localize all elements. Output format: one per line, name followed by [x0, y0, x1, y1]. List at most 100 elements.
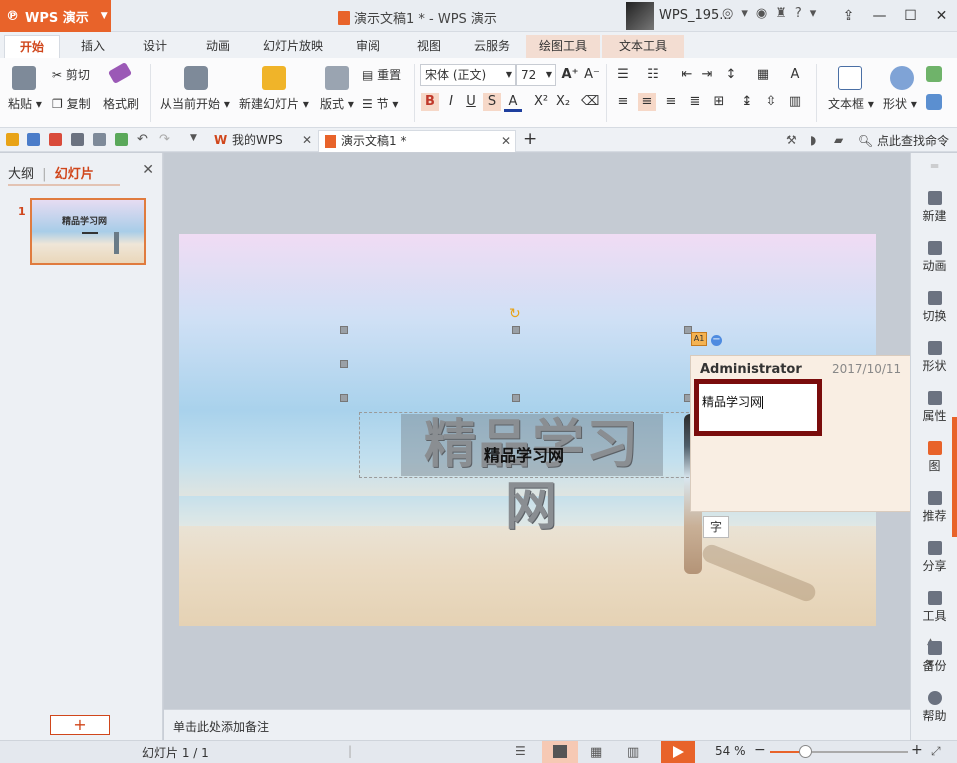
print-preview-icon[interactable] — [93, 133, 106, 146]
resize-handle[interactable] — [340, 360, 348, 368]
align-left-icon[interactable]: ≡ — [614, 93, 632, 111]
new-slide-icon[interactable] — [262, 66, 286, 90]
textbox-button[interactable]: 文本框 ▾ — [828, 95, 874, 112]
format-painter-icon[interactable] — [107, 61, 133, 85]
new-tab-button[interactable]: + — [523, 129, 537, 149]
font-name-select[interactable]: 宋体 (正文) ▼ — [420, 64, 516, 86]
add-slide-button[interactable]: + — [50, 715, 110, 735]
section-button[interactable]: ☰ 节 ▾ — [362, 95, 398, 112]
shape-button[interactable]: 形状 ▾ — [883, 95, 917, 112]
tab-view[interactable]: 视图 — [407, 35, 451, 58]
resize-handle[interactable] — [512, 326, 520, 334]
open-icon[interactable] — [6, 133, 19, 146]
sidebar-item-tools[interactable]: 工具 — [911, 591, 957, 624]
tab-cloud[interactable]: 云服务 — [464, 35, 520, 58]
bold-button[interactable]: B — [421, 93, 439, 111]
subscript-button[interactable]: X₂ — [554, 93, 572, 111]
sidebar-item-help[interactable]: 帮助 — [911, 691, 957, 724]
align-text-icon[interactable]: ▦ — [754, 66, 772, 84]
cloud-icon[interactable]: ◉ — [756, 6, 767, 21]
copy-button[interactable]: ❐ 复制 — [52, 95, 91, 112]
notes-toggle-icon[interactable]: ☰ — [515, 744, 526, 758]
grow-font-icon[interactable]: A⁺ — [561, 66, 579, 84]
sidebar-item-animation[interactable]: 动画 — [911, 241, 957, 274]
paste-button[interactable]: 粘贴 ▾ — [8, 95, 42, 112]
normal-view-button[interactable] — [542, 741, 578, 763]
resize-handle[interactable] — [340, 394, 348, 402]
layout-button[interactable]: 版式 ▾ — [320, 95, 354, 112]
tab-drawing-tools[interactable]: 绘图工具 — [526, 35, 600, 58]
doc-tab-my-wps[interactable]: W 我的WPS ✕ — [210, 130, 316, 152]
redo-icon[interactable]: ↷ — [159, 133, 172, 146]
help-icon[interactable]: ? — [795, 6, 802, 21]
numbering-icon[interactable]: ☷ — [644, 66, 662, 84]
undo-icon[interactable]: ↶ — [137, 133, 150, 146]
shape-icon[interactable] — [890, 66, 914, 90]
from-current-button[interactable]: 从当前开始 ▾ — [160, 95, 230, 112]
font-color-button[interactable]: A — [504, 93, 522, 112]
play-from-current-icon[interactable] — [184, 66, 208, 90]
columns-icon[interactable]: ▥ — [786, 93, 804, 111]
sidebar-item-properties[interactable]: 属性 — [911, 391, 957, 424]
zoom-in-button[interactable]: + — [911, 742, 923, 758]
justify-icon[interactable]: ≣ — [686, 93, 704, 111]
slideshow-play-button[interactable] — [661, 741, 695, 763]
wps-app-menu-button[interactable]: ℗ WPS 演示 ▼ — [0, 0, 111, 32]
comment-text-input[interactable]: 精品学习网 — [694, 379, 822, 436]
sidebar-grip[interactable]: ═ — [911, 159, 957, 173]
distribute-icon[interactable]: ⊞ — [710, 93, 728, 111]
zoom-level[interactable]: 54 % — [715, 744, 746, 758]
bullets-icon[interactable]: ☰ — [614, 66, 632, 84]
save-icon[interactable] — [27, 133, 40, 146]
sidebar-item-backup[interactable]: 备份 — [911, 641, 957, 674]
text-effect-icon[interactable]: A — [786, 66, 804, 84]
badge-icon[interactable]: ◎ — [722, 6, 733, 21]
new-slide-button[interactable]: 新建幻灯片 ▾ — [239, 95, 309, 112]
doc-tab-presentation[interactable]: 演示文稿1 * ✕ — [318, 130, 516, 152]
comment-marker[interactable]: A1 — [691, 332, 707, 346]
d-icon[interactable]: ◗ — [810, 133, 823, 147]
sorter-view-button[interactable]: ▦ — [579, 741, 615, 763]
shrink-font-icon[interactable]: A⁻ — [583, 66, 601, 84]
skin-icon[interactable]: ♜ — [775, 6, 787, 21]
fit-window-icon[interactable]: ⤢ — [931, 744, 941, 759]
pin-icon[interactable]: ▰ — [834, 133, 847, 147]
shadow-button[interactable]: S — [483, 93, 501, 111]
user-name[interactable]: WPS_195... — [659, 8, 732, 23]
print-icon[interactable] — [71, 133, 84, 146]
superscript-button[interactable]: X² — [532, 93, 550, 111]
sidebar-item-new[interactable]: 新建 — [911, 191, 957, 224]
close-icon[interactable]: ✕ — [142, 162, 154, 178]
chevron-down-icon[interactable]: ▼ — [190, 133, 203, 146]
tab-outline[interactable]: 大纲 — [8, 167, 34, 182]
reading-view-button[interactable]: ▥ — [616, 741, 652, 763]
tab-design[interactable]: 设计 — [133, 35, 177, 58]
close-icon[interactable]: ✕ — [302, 130, 312, 151]
sidebar-item-recommend[interactable]: 推荐 — [911, 491, 957, 524]
line-spacing-icon[interactable]: ↨ — [738, 93, 756, 111]
close-icon[interactable]: ✕ — [501, 131, 511, 152]
font-size-select[interactable]: 72 ▼ — [516, 64, 556, 86]
close-button[interactable]: ✕ — [926, 0, 957, 32]
resize-handle[interactable] — [340, 326, 348, 334]
rotate-handle-icon[interactable]: ↻ — [509, 306, 521, 322]
align-center-icon[interactable]: ≡ — [638, 93, 656, 111]
notes-pane[interactable]: 单击此处添加备注 — [164, 709, 910, 740]
align-right-icon[interactable]: ≡ — [662, 93, 680, 111]
chevron-down-icon[interactable]: ▾ — [810, 6, 817, 21]
collapse-comment-icon[interactable]: − — [711, 335, 722, 346]
picture-icon[interactable] — [926, 66, 942, 82]
find-command[interactable]: 🔍︎ 点此查找命令 — [858, 132, 949, 149]
tools-icon[interactable]: ⚒ — [786, 133, 799, 147]
arrange-icon[interactable] — [926, 94, 942, 110]
sidebar-item-image[interactable]: 图 — [911, 441, 957, 474]
zoom-slider-knob[interactable] — [798, 745, 812, 758]
underline-button[interactable]: U — [462, 93, 480, 111]
increase-indent-icon[interactable]: ⇥ — [698, 66, 716, 84]
cut-button[interactable]: ✂ 剪切 — [52, 66, 90, 83]
sidebar-item-shape[interactable]: 形状 — [911, 341, 957, 374]
pdf-icon[interactable] — [49, 133, 62, 146]
sidebar-item-transition[interactable]: 切换 — [911, 291, 957, 324]
avatar[interactable] — [626, 2, 654, 30]
format-painter-button[interactable]: 格式刷 — [103, 95, 139, 112]
